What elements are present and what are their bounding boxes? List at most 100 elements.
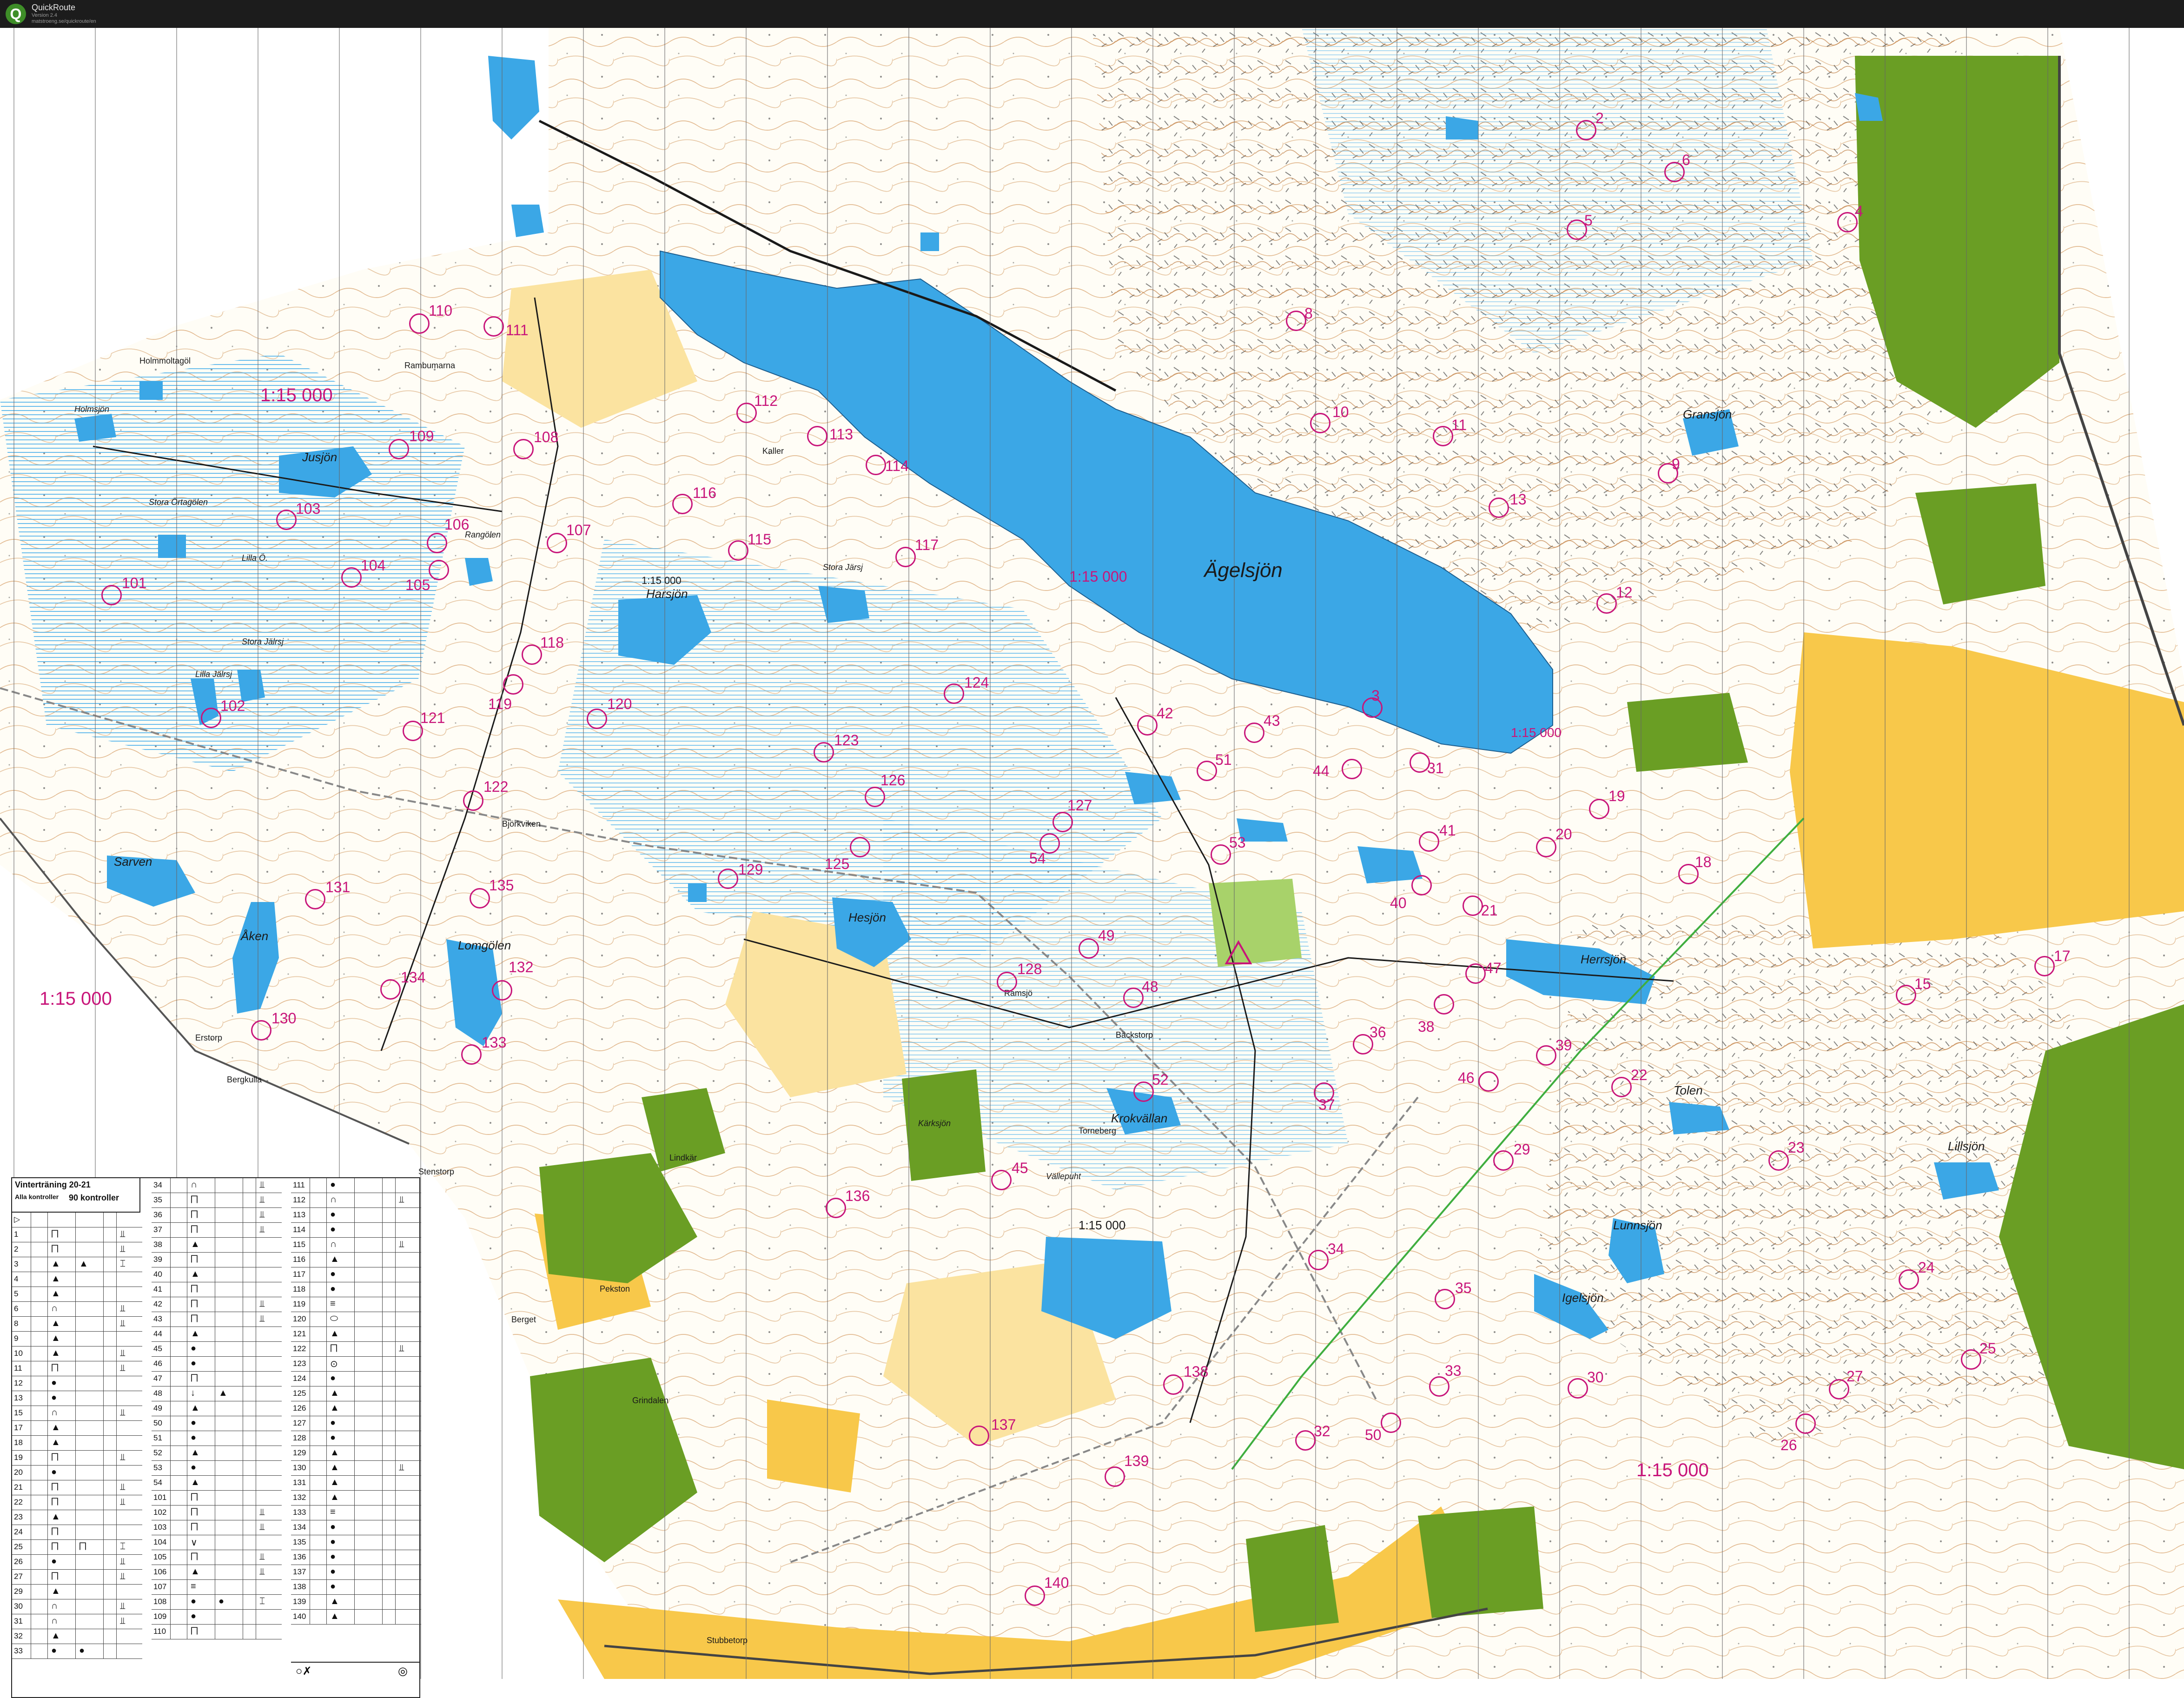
grid-line (116, 1555, 117, 1569)
description-row: 2 ⨅ ⫫ (12, 1242, 142, 1257)
description-symbol: ⫫ (120, 1482, 126, 1492)
description-symbol: ⫫ (120, 1616, 126, 1626)
grid-line (103, 1213, 104, 1227)
grid-line (75, 1421, 76, 1435)
description-symbol: ▲ (330, 1403, 339, 1413)
grid-line (395, 1297, 396, 1312)
grid-line (382, 1506, 383, 1520)
grid-line (75, 1242, 76, 1257)
grid-line (326, 1238, 327, 1252)
scale-label: 1:15 000 (1511, 725, 1562, 740)
place-label: Bergkulla (227, 1075, 262, 1084)
description-symbol: ▲ (51, 1259, 60, 1269)
grid-line (47, 1555, 48, 1569)
grid-line (326, 1416, 327, 1431)
orienteering-map[interactable]: 1:15 000 1:15 000 1:15 000 1:15 000 1:15… (0, 28, 2184, 1698)
description-row: 53 ● (152, 1461, 282, 1476)
description-symbol: ▲ (330, 1388, 339, 1398)
grid-line (382, 1595, 383, 1609)
description-symbol: ⫫ (259, 1313, 265, 1324)
description-symbol: ⫫ (120, 1407, 126, 1418)
scale-label: 1:15 000 (260, 385, 333, 405)
description-row: 43 ⨅ ⫫ (152, 1312, 282, 1327)
description-row: 132 ▲ (291, 1491, 421, 1506)
grid-line (326, 1282, 327, 1297)
grid-line (103, 1451, 104, 1465)
lake-label: Kärksjön (918, 1119, 951, 1128)
grid-line (47, 1361, 48, 1376)
description-symbol: ▲ (330, 1492, 339, 1502)
control-number: 139 (293, 1597, 306, 1606)
control-number: 10 (14, 1349, 23, 1358)
grid-line (116, 1614, 117, 1629)
description-row: 49 ▲ (152, 1401, 282, 1416)
control-number: 21 (14, 1483, 23, 1492)
grid-line (354, 1208, 355, 1222)
grid-line (382, 1386, 383, 1401)
grid-line (395, 1565, 396, 1579)
control-number: 110 (153, 1627, 166, 1636)
description-row: 25 ⨅ ⨅ ⌶ (12, 1540, 142, 1555)
grid-line (382, 1372, 383, 1386)
control-number: 40 (153, 1270, 162, 1279)
control-number: 118 (293, 1285, 306, 1293)
description-row: 11 ⨅ ⫫ (12, 1361, 142, 1376)
grid-line (382, 1580, 383, 1594)
description-symbol: ⫫ (259, 1209, 265, 1220)
description-symbol: ⨅ (191, 1507, 198, 1517)
description-row: 33 ● ● (12, 1644, 142, 1659)
description-row: 8 ▲ ⫫ (12, 1317, 142, 1332)
description-row: 5 ▲ (12, 1287, 142, 1302)
grid-line (326, 1461, 327, 1475)
grid-line (326, 1267, 327, 1282)
place-label: Holmmoltagöl (139, 356, 191, 365)
place-label: Rambumarna (404, 361, 456, 370)
control-number: 34 (153, 1181, 162, 1189)
grid-line (326, 1372, 327, 1386)
grid-line (75, 1525, 76, 1539)
description-symbol: ⨅ (51, 1497, 59, 1507)
grid-line (170, 1342, 171, 1356)
grid-line (116, 1599, 117, 1614)
grid-line (75, 1466, 76, 1480)
place-label: Erstorp (195, 1033, 223, 1042)
description-symbol: ⨅ (51, 1244, 59, 1254)
description-symbol: ▲ (330, 1611, 339, 1621)
control-number: 46 (153, 1359, 162, 1368)
event-title: Vinterträning 20-21 (15, 1180, 91, 1189)
grid-line (103, 1257, 104, 1272)
description-row: 124 ● (291, 1372, 421, 1386)
grid-line (382, 1208, 383, 1222)
description-symbol: ∩ (51, 1601, 58, 1611)
description-symbol: ≡ (330, 1299, 336, 1309)
grid-line (382, 1610, 383, 1624)
description-symbol: ● (191, 1358, 197, 1368)
grid-line (354, 1386, 355, 1401)
description-symbol: ⌶ (120, 1541, 126, 1552)
grid-line (47, 1406, 48, 1420)
description-row: 9 ▲ (12, 1332, 142, 1346)
grid-line (326, 1386, 327, 1401)
grid-line (326, 1253, 327, 1267)
description-row: 47 ⨅ (152, 1372, 282, 1386)
description-symbol: ⫫ (120, 1556, 126, 1566)
app-name: QuickRoute (32, 3, 76, 12)
grid-line (103, 1302, 104, 1316)
description-symbol: ⨅ (51, 1229, 59, 1239)
grid-line (116, 1480, 117, 1495)
grid-line (116, 1466, 117, 1480)
description-row: 10 ▲ ⫫ (12, 1346, 142, 1361)
description-symbol: ⨅ (51, 1363, 59, 1373)
grid-line (170, 1625, 171, 1639)
lake-label: Ägelsjön (1204, 559, 1283, 582)
grid-line (103, 1242, 104, 1257)
grid-line (75, 1555, 76, 1569)
grid-line (395, 1223, 396, 1237)
grid-line (75, 1599, 76, 1614)
description-symbol: ⫫ (259, 1299, 265, 1309)
grid-line (103, 1555, 104, 1569)
grid-line (170, 1550, 171, 1565)
grid-line (103, 1644, 104, 1658)
grid-line (354, 1610, 355, 1624)
grid-line (103, 1480, 104, 1495)
